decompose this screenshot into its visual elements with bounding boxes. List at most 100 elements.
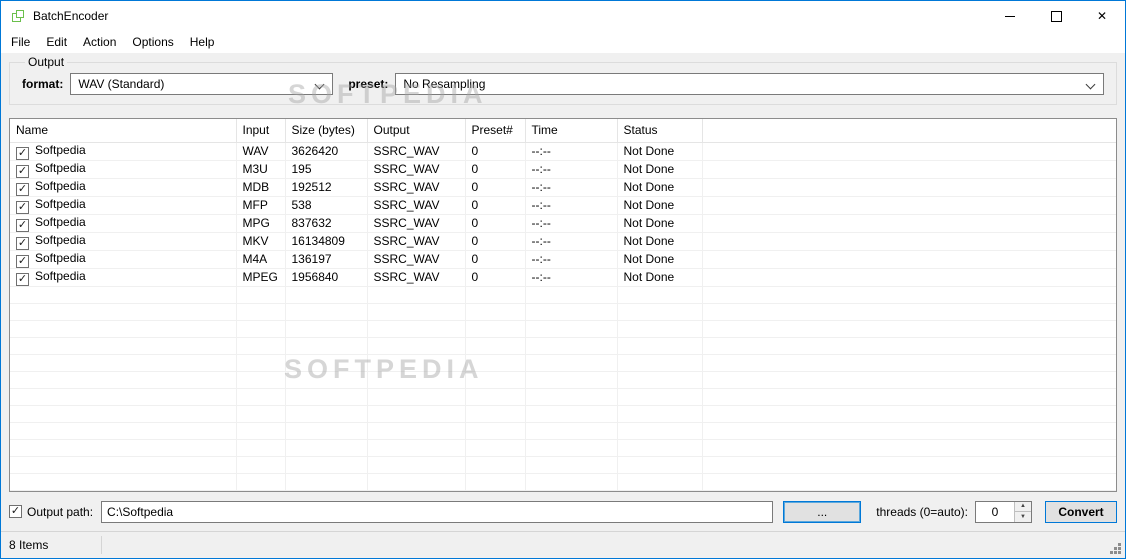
spin-down-button[interactable]: ▼ (1015, 511, 1031, 522)
cell-size-bytes: 538 (285, 196, 368, 215)
cell-name: ✓ Softpedia (10, 142, 237, 161)
minimize-button[interactable] (987, 1, 1033, 31)
table-row[interactable]: ✓ Softpedia M4A 136197 SSRC_WAV 0 --:-- Not Don… (10, 250, 1116, 269)
table-body: ✓ Softpedia WAV 3626420 SSRC_WAV 0 --:-- Not Do… (10, 142, 1116, 491)
convert-button[interactable]: Convert (1045, 500, 1117, 523)
row-checkbox[interactable]: ✓ (16, 218, 29, 231)
column-header-preset[interactable]: Preset# (465, 119, 526, 143)
cell-status: Not Done (617, 214, 703, 233)
cell-empty (702, 178, 1116, 197)
column-header-status[interactable]: Status (617, 119, 703, 143)
cell-output: SSRC_WAV (367, 268, 466, 287)
table-empty-row (10, 422, 1116, 440)
cell-preset-num: 0 (465, 232, 526, 251)
table-row[interactable]: ✓ Softpedia MPG 837632 SSRC_WAV 0 --:-- Not Don… (10, 214, 1116, 233)
cell-input: MPEG (236, 268, 286, 287)
file-list[interactable]: Name Input Size (bytes) Output Preset# Time St… (9, 118, 1117, 492)
menu-item-edit[interactable]: Edit (38, 32, 75, 52)
cell-size-bytes: 16134809 (285, 232, 368, 251)
maximize-button[interactable] (1033, 1, 1079, 31)
column-header-output[interactable]: Output (367, 119, 466, 143)
table-row[interactable]: ✓ Softpedia WAV 3626420 SSRC_WAV 0 --:-- Not Do… (10, 142, 1116, 161)
table-row[interactable]: ✓ Softpedia MKV 16134809 SSRC_WAV 0 --:-- Not D… (10, 232, 1116, 251)
column-header-name[interactable]: Name (10, 119, 237, 143)
row-checkbox[interactable]: ✓ (16, 182, 29, 195)
cell-status: Not Done (617, 178, 703, 197)
cell-empty (702, 214, 1116, 233)
cell-preset-num: 0 (465, 250, 526, 269)
table-row[interactable]: ✓ Softpedia MFP 538 SSRC_WAV 0 --:-- Not Done (10, 196, 1116, 215)
cell-status: Not Done (617, 250, 703, 269)
cell-status: Not Done (617, 268, 703, 287)
output-path-input[interactable] (101, 500, 774, 523)
output-path-checkbox[interactable]: ✓ (9, 505, 22, 518)
preset-selected-value: No Resampling (403, 77, 486, 91)
cell-empty (702, 142, 1116, 161)
row-checkbox[interactable]: ✓ (16, 146, 29, 159)
column-header-empty (702, 119, 1116, 143)
close-button[interactable]: ✕ (1079, 1, 1125, 31)
maximize-icon (1050, 10, 1062, 22)
row-checkbox[interactable]: ✓ (16, 254, 29, 267)
chevron-down-icon (314, 79, 325, 90)
column-header-size-bytes[interactable]: Size (bytes) (285, 119, 368, 143)
cell-name: ✓ Softpedia (10, 160, 237, 179)
menu-item-options[interactable]: Options (124, 32, 181, 52)
cell-preset-num: 0 (465, 268, 526, 287)
browse-button[interactable]: ... (783, 500, 862, 523)
cell-preset-num: 0 (465, 178, 526, 197)
app-icon (10, 8, 26, 24)
spin-buttons: ▲ ▼ (1014, 501, 1031, 522)
format-label: format: (22, 77, 64, 91)
table-empty-row (10, 439, 1116, 457)
cell-size-bytes: 837632 (285, 214, 368, 233)
cell-empty (702, 232, 1116, 251)
cell-time: --:-- (525, 178, 618, 197)
column-header-input[interactable]: Input (236, 119, 286, 143)
cell-input: M4A (236, 250, 286, 269)
menu-item-action[interactable]: Action (75, 32, 124, 52)
cell-empty (702, 196, 1116, 215)
row-checkbox[interactable]: ✓ (16, 200, 29, 213)
batchencoder-window: BatchEncoder ✕ File Edit Action Options … (0, 0, 1126, 559)
cell-name: ✓ Softpedia (10, 196, 237, 215)
cell-time: --:-- (525, 268, 618, 287)
resize-grip-icon[interactable] (1118, 551, 1121, 554)
row-checkbox[interactable]: ✓ (16, 164, 29, 177)
cell-status: Not Done (617, 232, 703, 251)
titlebar[interactable]: BatchEncoder ✕ (1, 1, 1125, 31)
format-selected-value: WAV (Standard) (78, 77, 165, 91)
cell-output: SSRC_WAV (367, 250, 466, 269)
cell-preset-num: 0 (465, 160, 526, 179)
minimize-icon (1005, 15, 1015, 17)
table-row[interactable]: ✓ Softpedia M3U 195 SSRC_WAV 0 --:-- Not Done (10, 160, 1116, 179)
menu-item-file[interactable]: File (3, 32, 38, 52)
cell-size-bytes: 3626420 (285, 142, 368, 161)
cell-output: SSRC_WAV (367, 196, 466, 215)
format-combobox[interactable]: WAV (Standard) (70, 73, 334, 95)
column-header-time[interactable]: Time (525, 119, 618, 143)
cell-empty (702, 250, 1116, 269)
menu-item-help[interactable]: Help (182, 32, 223, 52)
table-row[interactable]: ✓ Softpedia MDB 192512 SSRC_WAV 0 --:-- Not Don… (10, 178, 1116, 197)
cell-status: Not Done (617, 196, 703, 215)
row-checkbox[interactable]: ✓ (16, 236, 29, 249)
preset-combobox[interactable]: No Resampling (395, 73, 1104, 95)
table-row[interactable]: ✓ Softpedia MPEG 1956840 SSRC_WAV 0 --:-- Not D… (10, 268, 1116, 287)
output-settings-row: format: WAV (Standard) preset: No Resamp… (22, 73, 1104, 95)
preset-label: preset: (348, 77, 389, 91)
cell-output: SSRC_WAV (367, 178, 466, 197)
cell-time: --:-- (525, 160, 618, 179)
file-table: Name Input Size (bytes) Output Preset# Time St… (10, 119, 1116, 491)
row-checkbox[interactable]: ✓ (16, 272, 29, 285)
cell-preset-num: 0 (465, 214, 526, 233)
spin-up-button[interactable]: ▲ (1015, 501, 1031, 511)
cell-input: WAV (236, 142, 286, 161)
threads-spinner: ▲ ▼ (975, 500, 1032, 523)
chevron-down-icon (1085, 79, 1096, 90)
threads-input[interactable] (976, 501, 1014, 522)
cell-input: MDB (236, 178, 286, 197)
cell-input: M3U (236, 160, 286, 179)
table-empty-row (10, 371, 1116, 389)
cell-output: SSRC_WAV (367, 160, 466, 179)
